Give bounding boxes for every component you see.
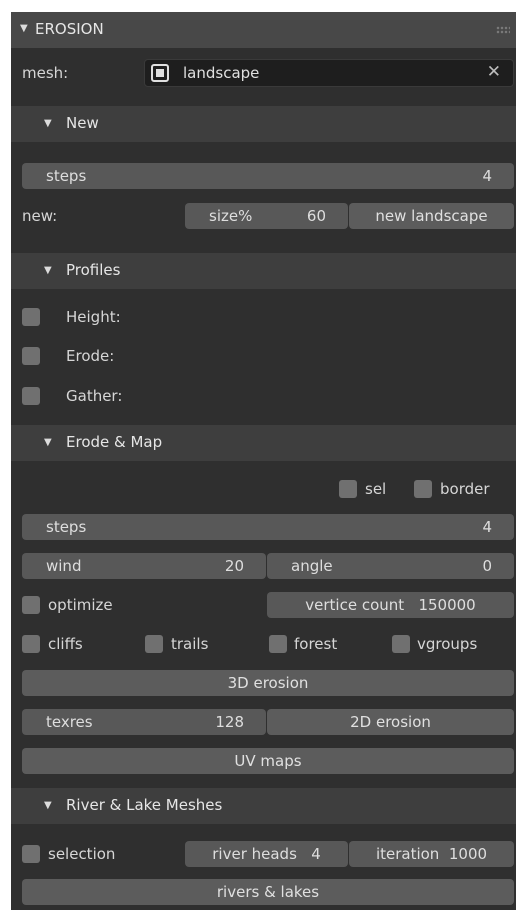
trails-label: trails [171,635,209,653]
gather-checkbox[interactable] [22,387,40,405]
forest-checkbox[interactable] [269,635,287,653]
vgroups-label: vgroups [417,635,478,653]
new-landscape-button[interactable]: new landscape [349,203,514,229]
collapse-triangle-icon[interactable]: ▼ [20,23,28,34]
vertice-count-text: vertice count 150000 [267,596,514,614]
selection-label: selection [48,845,116,863]
size-percent-field[interactable]: size% 60 [185,203,348,229]
erode-steps-label: steps [46,518,87,536]
section-header-profiles[interactable]: ▼ Profiles [11,253,516,289]
sel-checkbox[interactable] [339,480,357,498]
wind-value: 20 [224,557,244,575]
section-header-new[interactable]: ▼ New [11,106,516,142]
collapse-triangle-icon[interactable]: ▼ [44,437,52,448]
border-checkbox[interactable] [414,480,432,498]
panel-title: EROSION [35,20,104,38]
size-percent-label: size% [209,207,253,225]
height-checkbox[interactable] [22,308,40,326]
section-title-erode-map: Erode & Map [66,433,163,451]
forest-label: forest [294,635,338,653]
vertice-count-value: 150000 [418,596,476,614]
erode-checkbox[interactable] [22,347,40,365]
vgroups-checkbox[interactable] [392,635,410,653]
mesh-field[interactable]: landscape ✕ [144,59,514,87]
texres-value: 128 [215,713,244,731]
angle-field[interactable]: angle 0 [267,553,514,579]
mesh-object-icon [151,64,169,82]
trails-checkbox[interactable] [145,635,163,653]
river-heads-field[interactable]: river heads 4 [185,841,348,867]
new-steps-field[interactable]: steps 4 [22,163,514,189]
new-row-label: new: [22,207,58,225]
angle-value: 0 [482,557,492,575]
cliffs-label: cliffs [48,635,83,653]
new-steps-label: steps [46,167,87,185]
erosion-3d-button[interactable]: 3D erosion [22,670,514,696]
sel-label: sel [365,480,387,498]
wind-label: wind [46,557,82,575]
clear-x-icon[interactable]: ✕ [487,62,501,82]
erode-steps-field[interactable]: steps 4 [22,514,514,540]
river-heads-label: river heads [212,845,297,863]
angle-label: angle [291,557,333,575]
new-steps-value: 4 [482,167,492,185]
erode-label: Erode: [66,347,115,365]
vertice-count-field[interactable]: vertice count 150000 [267,592,514,618]
erosion-panel: ▼ EROSION mesh: landscape ✕ ▼ New steps … [11,12,516,910]
gather-label: Gather: [66,387,123,405]
iteration-value: 1000 [448,845,488,863]
section-title-new: New [66,114,99,132]
selection-checkbox[interactable] [22,845,40,863]
iteration-text: iteration 1000 [349,845,514,863]
mesh-label: mesh: [22,64,69,82]
erode-steps-value: 4 [482,518,492,536]
section-header-river-lake[interactable]: ▼ River & Lake Meshes [11,788,516,824]
iteration-label: iteration [375,845,440,863]
cliffs-checkbox[interactable] [22,635,40,653]
uv-maps-button[interactable]: UV maps [22,748,514,774]
river-heads-text: river heads 4 [185,845,348,863]
optimize-checkbox[interactable] [22,596,40,614]
vertice-count-label: vertice count [305,596,405,614]
height-label: Height: [66,308,121,326]
optimize-label: optimize [48,596,113,614]
texres-field[interactable]: texres 128 [22,709,266,735]
erosion-panel-header[interactable]: ▼ EROSION [11,12,516,48]
section-title-river-lake: River & Lake Meshes [66,796,223,814]
collapse-triangle-icon[interactable]: ▼ [44,800,52,811]
erosion-2d-button[interactable]: 2D erosion [267,709,514,735]
mesh-value: landscape [183,64,260,82]
river-heads-value: 4 [311,845,321,863]
collapse-triangle-icon[interactable]: ▼ [44,265,52,276]
rivers-lakes-button[interactable]: rivers & lakes [22,879,514,905]
section-header-erode-map[interactable]: ▼ Erode & Map [11,425,516,461]
collapse-triangle-icon[interactable]: ▼ [44,118,52,129]
wind-field[interactable]: wind 20 [22,553,266,579]
size-percent-value: 60 [306,207,326,225]
drag-grip-icon[interactable] [496,26,510,34]
section-title-profiles: Profiles [66,261,121,279]
texres-label: texres [46,713,93,731]
iteration-field[interactable]: iteration 1000 [349,841,514,867]
border-label: border [440,480,490,498]
